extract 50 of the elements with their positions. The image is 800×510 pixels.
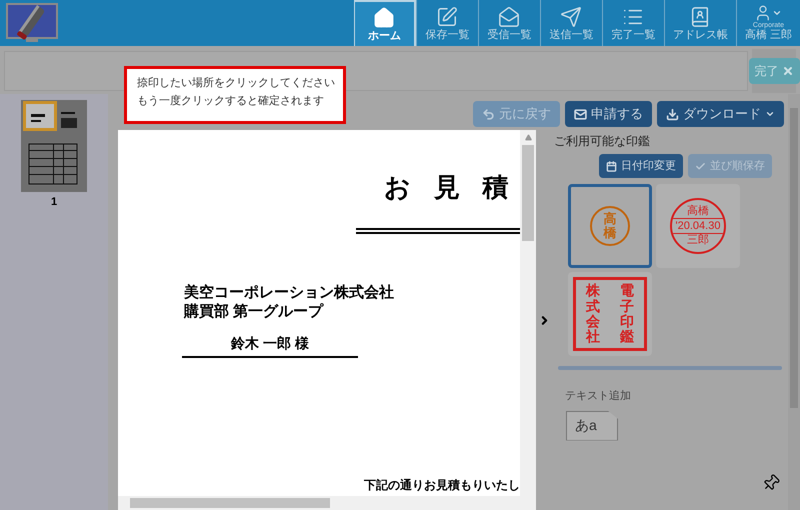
nav-tab[interactable]: 送信一覧 (540, 0, 602, 46)
seal-text: 三郎 (687, 234, 709, 247)
done-button[interactable]: 完了 (748, 58, 800, 84)
action-button[interactable]: ダウンロード (657, 101, 784, 127)
stamp-option[interactable]: 高橋 '20.04.30 三郎 (656, 184, 740, 268)
document-title: お 見 積 (384, 174, 509, 200)
scroll-up-icon (524, 134, 532, 141)
nav-tab[interactable]: アドレス帳 (664, 0, 736, 46)
scroll-thumb[interactable] (522, 145, 534, 241)
user-name: 高橋 三郎 (744, 28, 792, 42)
nav-tab[interactable]: ホーム (354, 0, 416, 46)
page-thumbnail[interactable] (21, 100, 87, 192)
panel-button[interactable]: 日付印変更 (599, 154, 683, 178)
document-note: 下記の通りお見積もりいたし (364, 477, 520, 494)
tooltip-text: 捺印したい場所をクリックしてください (137, 76, 333, 91)
nav-tab[interactable]: 保存一覧 (416, 0, 478, 46)
seal-date: '20.04.30 (672, 218, 724, 234)
department-name: 購買部 第一グループ (184, 302, 324, 322)
pencil-icon (436, 6, 458, 28)
home-icon (373, 6, 396, 28)
undo-icon (482, 108, 495, 120)
recipient-name: 鈴木 一郎 様 (182, 333, 358, 358)
horizontal-scrollbar[interactable] (118, 496, 536, 510)
stamp-option[interactable]: 株式会社 電子印鑑 (568, 272, 652, 356)
panel-scrollbar[interactable] (788, 94, 800, 510)
seal-text: 高橋 (604, 212, 616, 240)
vertical-scrollbar[interactable] (520, 130, 536, 496)
tooltip-text: もう一度クリックすると確定されます (137, 94, 325, 109)
seal-text: 株式会社 (586, 283, 600, 345)
page-number: 1 (50, 195, 58, 210)
section-heading: テキスト追加 (565, 389, 632, 404)
check-icon (695, 160, 706, 172)
panel-heading: ご利用可能な印鑑 (554, 133, 651, 150)
download-icon (666, 108, 679, 120)
logo-icon (6, 3, 58, 43)
seal-text: 高橋 (687, 205, 709, 218)
caret-icon (765, 109, 775, 119)
text-add-button[interactable]: あa (566, 410, 618, 440)
action-button[interactable]: 申請する (565, 101, 652, 127)
company-name: 美空コーポレーション株式会社 (184, 282, 394, 303)
calendar-icon (606, 160, 617, 172)
stamp-option[interactable]: 高橋 (568, 184, 652, 268)
seal-text: 電子印鑑 (620, 283, 634, 345)
paper-plane-icon (560, 6, 582, 28)
close-icon (782, 65, 794, 77)
nav-tab[interactable]: 完了一覧 (602, 0, 664, 46)
nav-tab[interactable]: 受信一覧 (478, 0, 540, 46)
scroll-thumb[interactable] (130, 498, 330, 508)
envelope-icon (498, 6, 520, 28)
envelope-icon (574, 108, 587, 120)
